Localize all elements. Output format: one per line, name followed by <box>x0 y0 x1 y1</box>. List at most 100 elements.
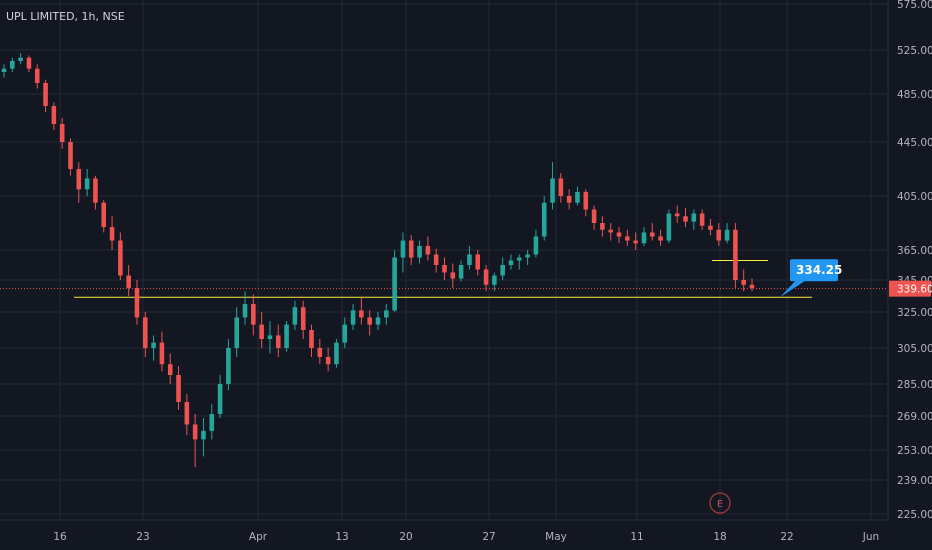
candle-body[interactable] <box>350 310 356 325</box>
candle-body[interactable] <box>483 269 489 285</box>
x-tick-label: 23 <box>136 531 149 543</box>
candle-body[interactable] <box>159 342 165 365</box>
candle-body[interactable] <box>217 384 223 414</box>
candle-body[interactable] <box>51 106 57 124</box>
candle-body[interactable] <box>500 265 505 276</box>
candle-body[interactable] <box>167 364 173 375</box>
candle-body[interactable] <box>583 191 589 210</box>
candle-body[interactable] <box>433 254 439 266</box>
candle-body[interactable] <box>267 335 273 339</box>
candle-body[interactable] <box>384 310 389 318</box>
candle-body[interactable] <box>392 257 397 311</box>
candle-body[interactable] <box>68 142 73 169</box>
candle-body[interactable] <box>1 68 7 72</box>
candle-body[interactable] <box>467 254 472 266</box>
candle-body[interactable] <box>658 236 663 241</box>
candle-body[interactable] <box>201 430 206 440</box>
candle-body[interactable] <box>192 424 198 440</box>
candle-body[interactable] <box>300 307 306 330</box>
y-tick-label: 225.00 <box>897 509 932 521</box>
x-tick-label: Jun <box>862 531 879 543</box>
candle-body[interactable] <box>591 209 597 224</box>
candle-body[interactable] <box>699 213 705 226</box>
candle-body[interactable] <box>143 317 148 348</box>
candle-body[interactable] <box>508 260 514 266</box>
candles[interactable] <box>1 53 755 468</box>
candle-body[interactable] <box>109 227 115 241</box>
price-callout[interactable]: 334.25 <box>780 259 842 298</box>
candle-body[interactable] <box>234 317 239 348</box>
candle-body[interactable] <box>641 232 647 244</box>
candle-body[interactable] <box>566 196 572 203</box>
x-tick-label: 22 <box>780 531 793 543</box>
candle-body[interactable] <box>450 272 456 279</box>
candle-body[interactable] <box>226 348 231 384</box>
candle-body[interactable] <box>683 216 688 222</box>
candle-body[interactable] <box>517 257 522 261</box>
candle-body[interactable] <box>275 335 281 348</box>
candle-body[interactable] <box>691 213 697 222</box>
candle-body[interactable] <box>608 229 613 233</box>
candle-body[interactable] <box>708 225 713 230</box>
candle-body[interactable] <box>733 229 738 280</box>
candle-body[interactable] <box>749 284 755 288</box>
candle-body[interactable] <box>541 202 547 237</box>
candle-body[interactable] <box>674 213 680 217</box>
candle-body[interactable] <box>317 348 323 357</box>
candle-body[interactable] <box>259 324 264 339</box>
candle-body[interactable] <box>134 288 140 318</box>
candle-body[interactable] <box>375 317 381 325</box>
candle-body[interactable] <box>442 265 447 273</box>
candlestick-chart[interactable]: 225.00 239.00 253.00 269.00 285.00 305.00 325.… <box>0 0 932 550</box>
candle-body[interactable] <box>84 178 90 190</box>
candle-body[interactable] <box>151 342 156 348</box>
candle-body[interactable] <box>176 375 181 402</box>
candle-body[interactable] <box>575 191 580 203</box>
candle-body[interactable] <box>10 61 15 69</box>
candle-body[interactable] <box>558 178 564 196</box>
candle-body[interactable] <box>126 275 131 289</box>
candle-body[interactable] <box>101 202 107 228</box>
candle-body[interactable] <box>334 342 339 365</box>
candle-body[interactable] <box>533 236 539 255</box>
candle-body[interactable] <box>666 213 672 241</box>
candle-body[interactable] <box>342 324 348 343</box>
candle-body[interactable] <box>251 304 256 325</box>
candle-body[interactable] <box>309 330 314 348</box>
candle-body[interactable] <box>209 414 215 431</box>
candle-body[interactable] <box>367 317 372 325</box>
candle-body[interactable] <box>525 254 530 258</box>
x-tick-label: 20 <box>399 531 412 543</box>
candle-body[interactable] <box>34 68 40 83</box>
candle-body[interactable] <box>359 310 364 318</box>
candle-body[interactable] <box>325 357 331 365</box>
candle-body[interactable] <box>625 236 630 241</box>
candle-body[interactable] <box>93 178 98 203</box>
candle-body[interactable] <box>408 240 414 258</box>
candle-body[interactable] <box>400 240 406 258</box>
candle-body[interactable] <box>475 254 481 270</box>
candle-body[interactable] <box>716 229 722 241</box>
candle-body[interactable] <box>741 280 746 285</box>
candle-body[interactable] <box>43 83 48 106</box>
candle-body[interactable] <box>18 57 23 61</box>
candle-body[interactable] <box>76 169 82 190</box>
candle-body[interactable] <box>417 245 422 258</box>
candle-body[interactable] <box>649 232 655 237</box>
candle-body[interactable] <box>633 240 638 244</box>
candle-body[interactable] <box>292 307 298 325</box>
candle-body[interactable] <box>600 223 605 230</box>
candle-body[interactable] <box>425 245 431 255</box>
candle-body[interactable] <box>59 124 65 142</box>
candle-body[interactable] <box>26 57 32 69</box>
candle-body[interactable] <box>616 232 622 237</box>
y-tick-label: 365.00 <box>897 245 932 257</box>
candle-body[interactable] <box>284 324 289 348</box>
candle-body[interactable] <box>458 265 464 279</box>
candle-body[interactable] <box>118 240 123 276</box>
candle-body[interactable] <box>724 229 730 241</box>
candle-body[interactable] <box>492 275 497 285</box>
candle-body[interactable] <box>550 178 555 203</box>
candle-body[interactable] <box>242 304 248 318</box>
candle-body[interactable] <box>184 402 190 425</box>
